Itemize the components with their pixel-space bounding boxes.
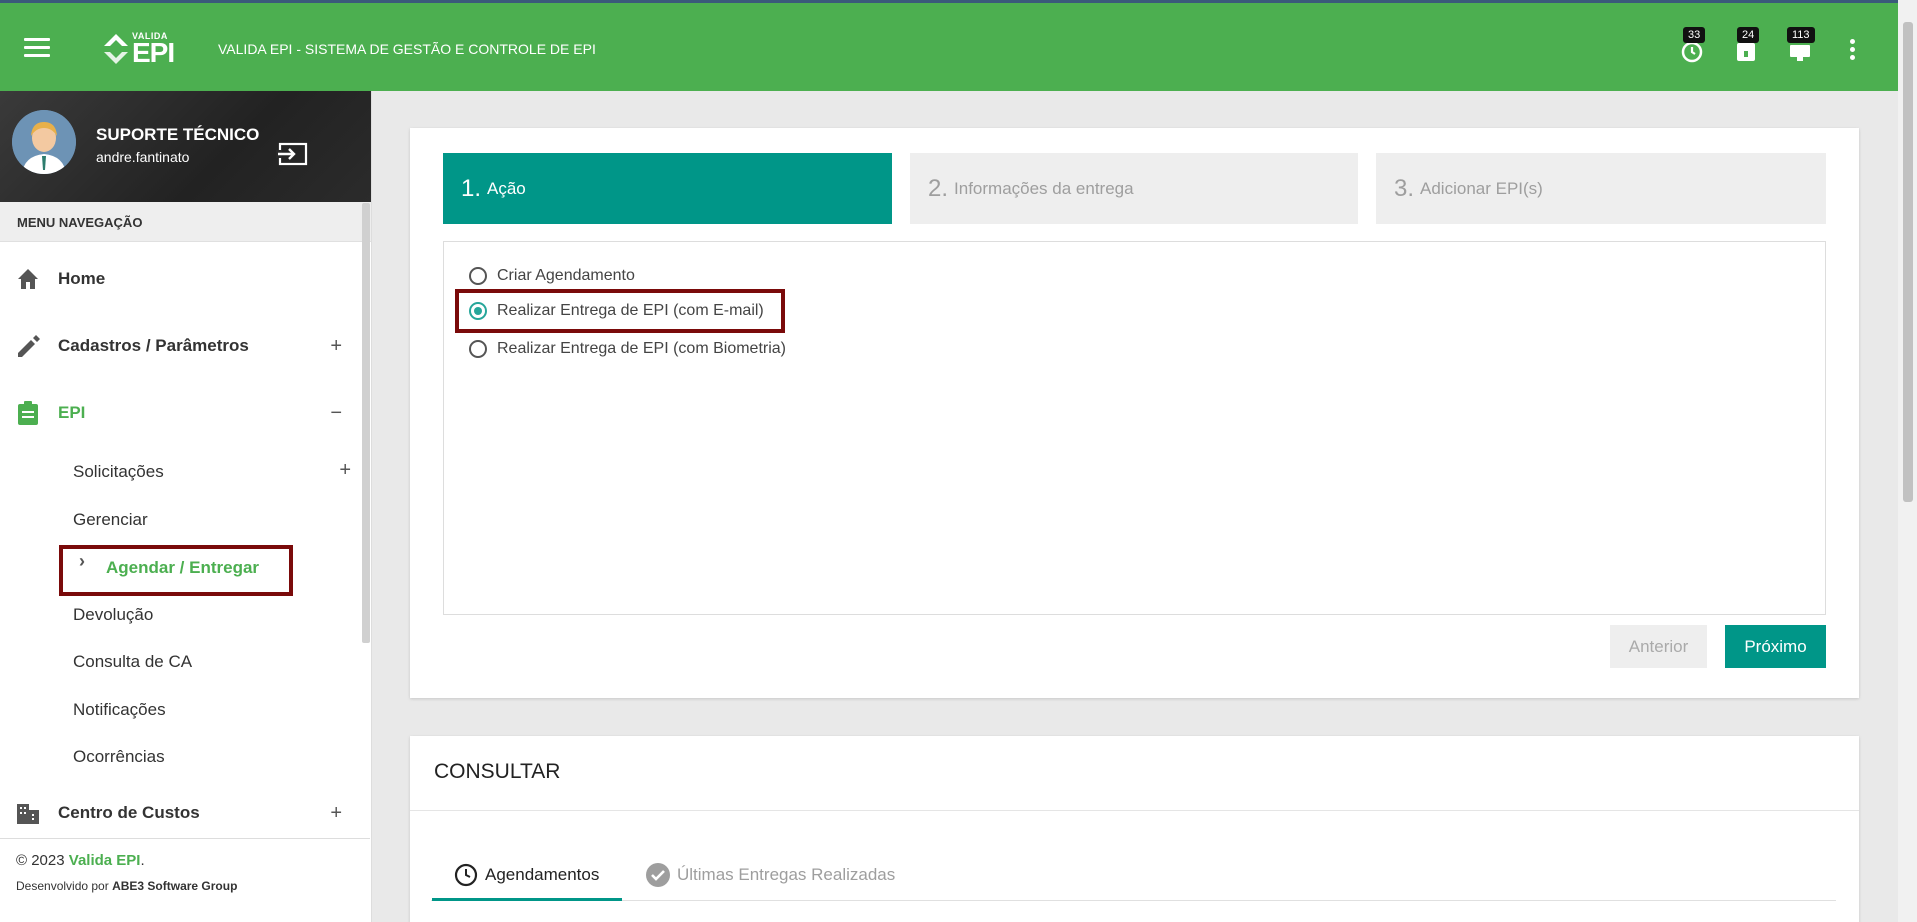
step-3-label: Adicionar EPI(s): [1420, 178, 1543, 198]
active-tab-indicator: [432, 898, 622, 901]
page-scrollbar[interactable]: [1898, 0, 1917, 922]
sidebar: SUPORTE TÉCNICO andre.fantinato MENU NAV…: [0, 91, 372, 922]
clipboard-list-icon: [18, 401, 38, 425]
building-icon: [17, 804, 39, 824]
step-1-label: Ação: [487, 178, 526, 198]
clock-badge: 33: [1683, 27, 1706, 43]
option-label: Criar Agendamento: [497, 267, 635, 284]
expand-plus-icon[interactable]: +: [330, 802, 342, 825]
clipboard-badge: 24: [1737, 27, 1760, 43]
alerts-badge: 113: [1787, 27, 1815, 43]
radio-button[interactable]: [469, 340, 487, 358]
logout-icon[interactable]: [276, 142, 308, 166]
step-2-delivery-info[interactable]: 2. Informações da entrega: [910, 153, 1358, 224]
option-label: Realizar Entrega de EPI (com Biometria): [497, 340, 786, 357]
scrollbar-thumb[interactable]: [1903, 22, 1913, 502]
sidebar-item-notificacoes[interactable]: Notificações: [73, 700, 166, 720]
sidebar-item-devolucao[interactable]: Devolução: [73, 605, 153, 625]
step-1-number: 1.: [461, 174, 482, 202]
option-entrega-email[interactable]: Realizar Entrega de EPI (com E-mail): [469, 302, 764, 320]
menu-header: MENU NAVEGAÇÃO: [0, 202, 371, 242]
previous-button[interactable]: Anterior: [1610, 625, 1707, 668]
radio-button[interactable]: [469, 267, 487, 285]
step-3-add-epi[interactable]: 3. Adicionar EPI(s): [1376, 153, 1826, 224]
sidebar-item-ocorrencias[interactable]: Ocorrências: [73, 747, 165, 767]
alerts-notification-button[interactable]: 113: [1787, 27, 1815, 63]
tab-ultimas-entregas[interactable]: Últimas Entregas Realizadas: [645, 862, 895, 888]
developer-prefix: Desenvolvido por: [16, 879, 109, 893]
copyright-dot: .: [140, 852, 145, 869]
expand-plus-icon[interactable]: +: [330, 335, 342, 358]
user-login: andre.fantinato: [96, 149, 190, 165]
consultar-title: CONSULTAR: [434, 760, 561, 783]
user-panel: SUPORTE TÉCNICO andre.fantinato: [0, 91, 371, 202]
next-button[interactable]: Próximo: [1725, 625, 1826, 668]
step-3-number: 3.: [1394, 174, 1415, 202]
collapse-minus-icon[interactable]: −: [330, 402, 342, 425]
sidebar-footer: © 2023 Valida EPI. Desenvolvido por ABE3…: [0, 838, 370, 922]
app-logo[interactable]: VALIDA EPI: [102, 29, 175, 69]
top-bar: VALIDA EPI VALIDA EPI - SISTEMA DE GESTÃ…: [0, 0, 1898, 91]
nav-item-cadastros[interactable]: Cadastros / Parâmetros +: [0, 326, 362, 366]
brand-link[interactable]: Valida EPI: [69, 852, 141, 869]
step-2-label: Informações da entrega: [954, 178, 1134, 198]
home-icon: [18, 269, 38, 289]
logo-mark-icon: [104, 34, 128, 64]
nav-label-centro-custos: Centro de Custos: [58, 803, 200, 822]
sidebar-scrollbar[interactable]: [362, 203, 370, 643]
clock-notification-button[interactable]: 33: [1679, 27, 1706, 63]
nav-label-home: Home: [58, 269, 106, 288]
radio-button-checked[interactable]: [469, 302, 487, 320]
chevron-right-icon: ›: [79, 551, 85, 571]
sidebar-item-gerenciar[interactable]: Gerenciar: [73, 510, 148, 530]
tab-agendamentos[interactable]: Agendamentos: [453, 862, 599, 888]
expand-plus-icon[interactable]: +: [339, 459, 351, 482]
option-entrega-biometria[interactable]: Realizar Entrega de EPI (com Biometria): [469, 340, 786, 358]
copyright-line: © 2023 Valida EPI.: [16, 852, 354, 869]
step-2-number: 2.: [928, 174, 949, 202]
nav-item-epi[interactable]: EPI −: [0, 393, 362, 433]
sidebar-item-agendar-entregar[interactable]: Agendar / Entregar: [106, 558, 259, 578]
consultar-card: CONSULTAR: [410, 736, 1859, 922]
logo-big-text: EPI: [132, 36, 175, 68]
developer-line: Desenvolvido por ABE3 Software Group: [16, 879, 354, 893]
hamburger-menu-icon[interactable]: [24, 38, 50, 58]
sidebar-item-solicitacoes[interactable]: Solicitações: [73, 462, 164, 482]
clipboard-notification-button[interactable]: 24: [1733, 27, 1760, 63]
check-circle-icon: [646, 863, 670, 887]
step-1-action[interactable]: 1. Ação: [443, 153, 892, 224]
developer-company: ABE3 Software Group: [112, 879, 238, 893]
nav-item-centro-custos[interactable]: Centro de Custos +: [0, 793, 362, 833]
sidebar-item-consulta-ca[interactable]: Consulta de CA: [73, 652, 192, 672]
more-options-icon[interactable]: [1848, 39, 1856, 61]
nav-label-epi: EPI: [58, 403, 86, 422]
user-name: SUPORTE TÉCNICO: [96, 125, 260, 144]
option-criar-agendamento[interactable]: Criar Agendamento: [469, 267, 635, 285]
tab-label: Últimas Entregas Realizadas: [677, 865, 896, 884]
wizard-body: Criar Agendamento Realizar Entrega de EP…: [443, 241, 1826, 615]
divider: [410, 810, 1859, 811]
option-label: Realizar Entrega de EPI (com E-mail): [497, 302, 764, 319]
copyright-text: © 2023: [16, 852, 65, 869]
nav-item-home[interactable]: Home: [0, 259, 362, 299]
pencil-icon: [18, 335, 40, 357]
app-title: VALIDA EPI - SISTEMA DE GESTÃO E CONTROL…: [218, 41, 596, 57]
tabs-divider: [431, 900, 1836, 901]
avatar: [12, 110, 76, 174]
nav-label-cadastros: Cadastros / Parâmetros: [58, 336, 249, 355]
tab-label: Agendamentos: [485, 865, 600, 884]
clock-icon: [454, 863, 478, 887]
